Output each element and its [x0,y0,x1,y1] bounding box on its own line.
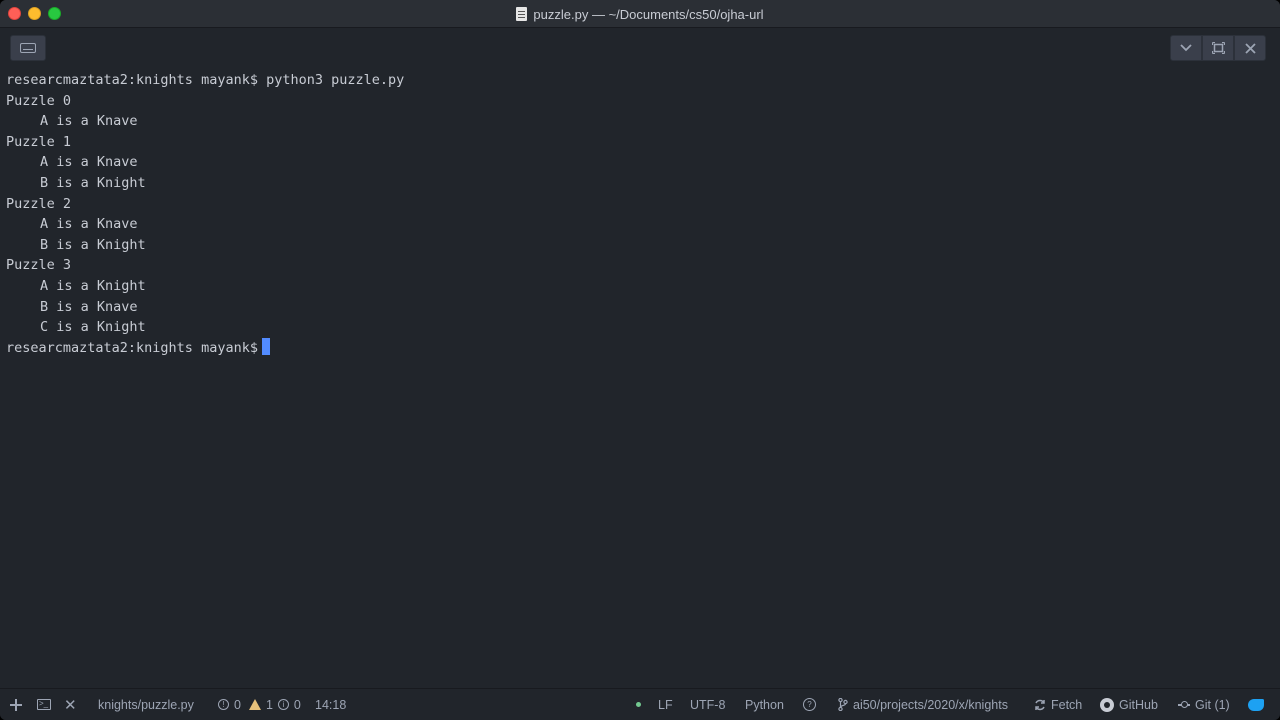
terminal-line: Puzzle 0 [6,92,72,109]
terminal-command-line: researcmaztata2:knights mayank$ python3 … [6,72,405,88]
terminal-line: B is a Knight [40,174,146,191]
git-branch-icon [838,698,848,711]
terminal-line: A is a Knight [40,277,146,294]
close-icon [1244,42,1256,54]
feedback-button[interactable] [1248,689,1264,720]
file-path-label: knights/puzzle.py [98,697,194,712]
atom-window: puzzle.py — ~/Documents/cs50/ojha-url re… [0,0,1280,720]
branch-label: ai50/projects/2020/x/knights [853,697,1008,712]
fetch-button[interactable]: Fetch [1034,689,1082,720]
github-button[interactable]: GitHub [1100,689,1158,720]
terminal-line: B is a Knight [40,236,146,253]
terminal-line: Puzzle 2 [6,195,72,212]
linter-diagnostics[interactable]: ! 0 1 i 0 [218,689,301,720]
help-button[interactable]: ? [803,689,816,720]
terminal-output[interactable]: researcmaztata2:knights mayank$ python3 … [0,68,1280,688]
new-terminal-button[interactable] [10,689,22,720]
title-bar: puzzle.py — ~/Documents/cs50/ojha-url [0,0,1280,28]
fetch-label: Fetch [1051,697,1083,712]
terminal-line: Puzzle 3 [6,257,72,274]
window-title: puzzle.py — ~/Documents/cs50/ojha-url [0,0,1280,28]
keyboard-icon [20,43,36,53]
git-commit-icon [1178,700,1190,708]
terminal-line: C is a Knight [40,319,146,336]
line-ending-selector[interactable]: LF [658,689,673,720]
warning-icon [248,699,261,710]
grammar-label: Python [745,697,784,712]
terminal-line: A is a Knave [40,216,138,233]
warning-count: 1 [265,697,273,712]
bird-icon [1248,698,1264,711]
branch-selector[interactable]: ai50/projects/2020/x/knights [838,689,1008,720]
terminal-line: Puzzle 1 [6,133,72,150]
git-panel-button[interactable]: Git (1) [1178,689,1230,720]
close-icon: ✕ [64,696,77,714]
github-label: GitHub [1119,697,1158,712]
terminal-prompt: researcmaztata2:knights mayank$ [6,339,258,356]
error-count: 0 [234,697,241,712]
terminal-cursor [261,337,270,355]
terminal-line: A is a Knave [40,113,138,130]
file-icon [516,7,528,21]
info-icon: i [277,699,289,710]
terminal-line: B is a Knave [40,298,138,315]
close-terminal-tab-button[interactable]: ✕ [64,689,77,720]
cursor-position-label: 14:18 [315,697,347,712]
encoding-selector[interactable]: UTF-8 [690,689,725,720]
file-path[interactable]: knights/puzzle.py [98,689,194,720]
sync-icon [1035,699,1045,710]
hide-terminal-button[interactable] [1170,35,1202,61]
grammar-selector[interactable]: Python [745,689,784,720]
github-icon [1100,697,1114,712]
terminal-toolbar [0,28,1280,68]
window-title-text: puzzle.py — ~/Documents/cs50/ojha-url [533,6,764,22]
plus-icon [10,698,22,711]
terminal-prompt-line: researcmaztata2:knights mayank$ [6,337,1274,359]
close-terminal-button[interactable] [1234,35,1266,61]
terminal-icon: >_ [37,699,51,710]
terminal-line: A is a Knave [40,154,138,171]
question-icon: ? [803,698,816,711]
maximize-terminal-button[interactable] [1202,35,1234,61]
info-count: 0 [293,697,301,712]
encoding-label: UTF-8 [690,697,726,712]
keyboard-button[interactable] [10,35,46,61]
chevron-down-icon [1180,44,1192,52]
error-icon: ! [218,699,229,710]
cursor-position[interactable]: 14:18 [315,689,346,720]
terminal-controls [1170,35,1266,61]
git-label: Git (1) [1195,697,1230,712]
status-indicator [636,689,641,720]
line-ending-label: LF [658,697,673,712]
status-dot-icon [636,702,641,707]
terminal-tab-button[interactable]: >_ [37,689,51,720]
maximize-icon [1211,42,1225,54]
status-bar: >_ ✕ knights/puzzle.py ! 0 1 i 0 14:18 L… [0,688,1280,720]
